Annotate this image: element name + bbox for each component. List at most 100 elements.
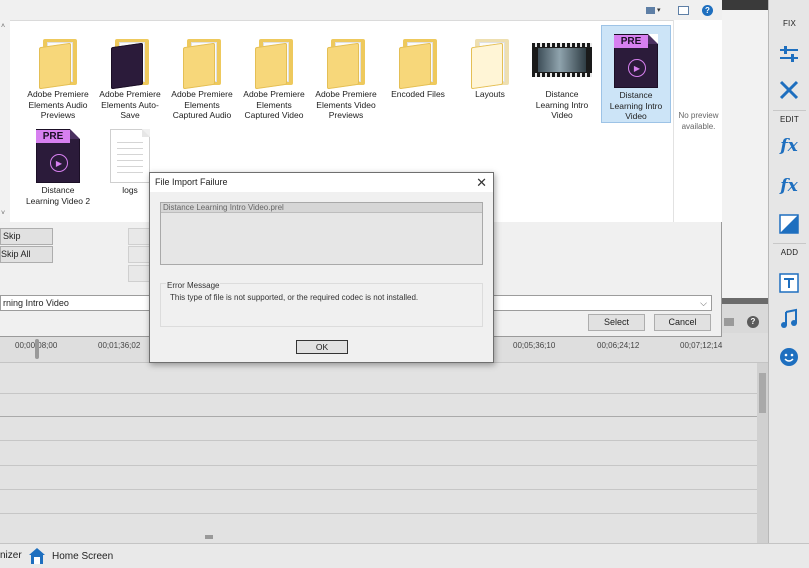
pre-tag: PRE (614, 35, 648, 48)
effects-icon[interactable]: fx (776, 173, 802, 199)
folder-icon (455, 25, 525, 90)
file-item[interactable]: Adobe Premiere Elements Captured Audio (167, 25, 237, 121)
timeline-tick: 00;05;36;10 (513, 341, 556, 350)
select-label: Select (603, 317, 629, 327)
timeline-tick: 00;07;12;14 (680, 341, 723, 350)
folder-icon (239, 25, 309, 90)
file-name: Adobe Premiere Elements Audio Previews (27, 89, 89, 120)
timeline[interactable]: 00;00;08;00 00;01;36;02 00;05;36;10 00;0… (0, 333, 768, 543)
app-window: ? 00;00;08;00 00;01;36;02 00;05;36;10 00… (0, 0, 809, 568)
cancel-button[interactable]: Cancel (654, 314, 711, 331)
file-item[interactable]: Distance Learning Intro Video (527, 25, 597, 121)
dialog-title-bar: File Import Failure ✕ (150, 173, 493, 192)
graphics-icon[interactable] (776, 344, 802, 370)
tools-icon[interactable] (776, 77, 802, 103)
divider (773, 110, 806, 111)
home-icon (29, 548, 45, 564)
transitions-icon[interactable] (776, 211, 802, 237)
scroll-up-icon[interactable]: ˄ (1, 23, 5, 30)
monitor-settings-icon[interactable] (724, 318, 734, 326)
divider (773, 243, 806, 244)
file-name: Distance Learning Intro Video (535, 89, 589, 120)
fix-section-label: FIX (782, 19, 797, 28)
file-name: Distance Learning Intro Video (609, 90, 663, 121)
timeline-tick: 00;01;36;02 (98, 341, 141, 350)
track-divider (0, 393, 757, 394)
folder-icon (95, 25, 165, 90)
preview-text: No preview available. (678, 111, 719, 131)
scroll-down-icon[interactable]: ˅ (1, 210, 5, 217)
applied-effects-icon[interactable]: fx (776, 133, 802, 159)
chevron-down-icon[interactable]: ⌵ (700, 296, 707, 310)
close-icon[interactable]: ✕ (476, 175, 487, 191)
track-divider (0, 489, 757, 490)
file-name: Encoded Files (391, 89, 445, 99)
organizer-button[interactable]: nizer (0, 550, 22, 561)
adjust-sliders-icon[interactable] (776, 41, 802, 67)
music-icon[interactable] (776, 306, 802, 332)
video-thumbnail-icon (527, 25, 597, 89)
file-name: Adobe Premiere Elements Captured Video (243, 89, 305, 120)
skip-label: Skip (3, 231, 21, 241)
ok-label: OK (315, 342, 329, 352)
bottom-bar: nizer Home Screen (0, 543, 809, 568)
file-item[interactable]: Adobe Premiere Elements Video Previews (311, 25, 381, 121)
error-message-group: Error Message This type of file is not s… (160, 281, 483, 327)
select-button[interactable]: Select (588, 314, 645, 331)
file-item[interactable]: Layouts (455, 25, 525, 100)
folder-icon (383, 25, 453, 90)
error-message-label: Error Message (166, 281, 221, 290)
scrollbar-thumb[interactable] (759, 373, 766, 413)
file-list-scrollbar[interactable]: ˄ ˅ (0, 20, 10, 222)
premiere-project-icon: PRE ▶ (602, 26, 670, 90)
dialog-title: File Import Failure (155, 177, 228, 187)
pre-tag: PRE (36, 130, 70, 143)
ok-button[interactable]: OK (296, 340, 348, 354)
add-section-label: ADD (780, 248, 799, 257)
horizontal-scrollbar-thumb[interactable] (205, 535, 213, 539)
playhead[interactable] (35, 339, 39, 359)
timeline-scrollbar[interactable] (757, 363, 768, 543)
titles-icon[interactable] (776, 270, 802, 296)
failed-file-list: Distance Learning Intro Video.prel (160, 202, 483, 265)
home-screen-label: Home Screen (52, 550, 114, 562)
file-item[interactable]: Adobe Premiere Elements Auto-Save (95, 25, 165, 121)
disabled-button (128, 265, 150, 282)
filename-value: rning Intro Video (3, 298, 69, 308)
file-name: Adobe Premiere Elements Captured Audio (171, 89, 233, 120)
track-divider (0, 465, 757, 466)
tool-panel: FIX EDIT fx fx ADD (768, 0, 809, 543)
disabled-button (128, 228, 150, 245)
cancel-label: Cancel (668, 317, 697, 327)
editor-top-bar (722, 0, 768, 10)
error-message-text: This type of file is not supported, or t… (170, 293, 419, 302)
view-options-icon[interactable]: ▾ (646, 4, 661, 16)
file-item[interactable]: PRE ▶ Distance Learning Video 2 (23, 121, 93, 206)
file-name: Adobe Premiere Elements Auto-Save (99, 89, 161, 120)
track-divider (0, 416, 757, 417)
skip-all-button[interactable]: Skip All (0, 246, 53, 263)
file-name: Distance Learning Video 2 (25, 185, 91, 206)
skip-button[interactable]: Skip (0, 228, 53, 245)
dialog-toolbar: ▾ ? (0, 0, 722, 20)
file-item[interactable]: Adobe Premiere Elements Captured Video (239, 25, 309, 121)
file-import-failure-dialog: File Import Failure ✕ Distance Learning … (149, 172, 494, 363)
file-item[interactable]: Encoded Files (383, 25, 453, 100)
track-divider (0, 440, 757, 441)
file-item-selected[interactable]: PRE ▶ Distance Learning Intro Video (601, 25, 671, 123)
editor-monitor-area (722, 10, 768, 302)
track-divider (0, 513, 757, 514)
skip-all-label: Skip All (1, 249, 31, 259)
preview-pane: No preview available. (673, 20, 722, 222)
home-screen-button[interactable]: Home Screen (28, 546, 113, 566)
premiere-project-icon: PRE ▶ (23, 121, 93, 185)
disabled-button (128, 246, 150, 263)
failed-file-name: Distance Learning Intro Video.prel (161, 203, 482, 213)
file-item[interactable]: Adobe Premiere Elements Audio Previews (23, 25, 93, 121)
folder-icon (23, 25, 93, 90)
folder-icon (167, 25, 237, 90)
edit-section-label: EDIT (779, 115, 800, 124)
help-icon[interactable]: ? (702, 4, 713, 16)
preview-pane-icon[interactable] (678, 4, 689, 16)
help-icon[interactable]: ? (747, 316, 759, 328)
